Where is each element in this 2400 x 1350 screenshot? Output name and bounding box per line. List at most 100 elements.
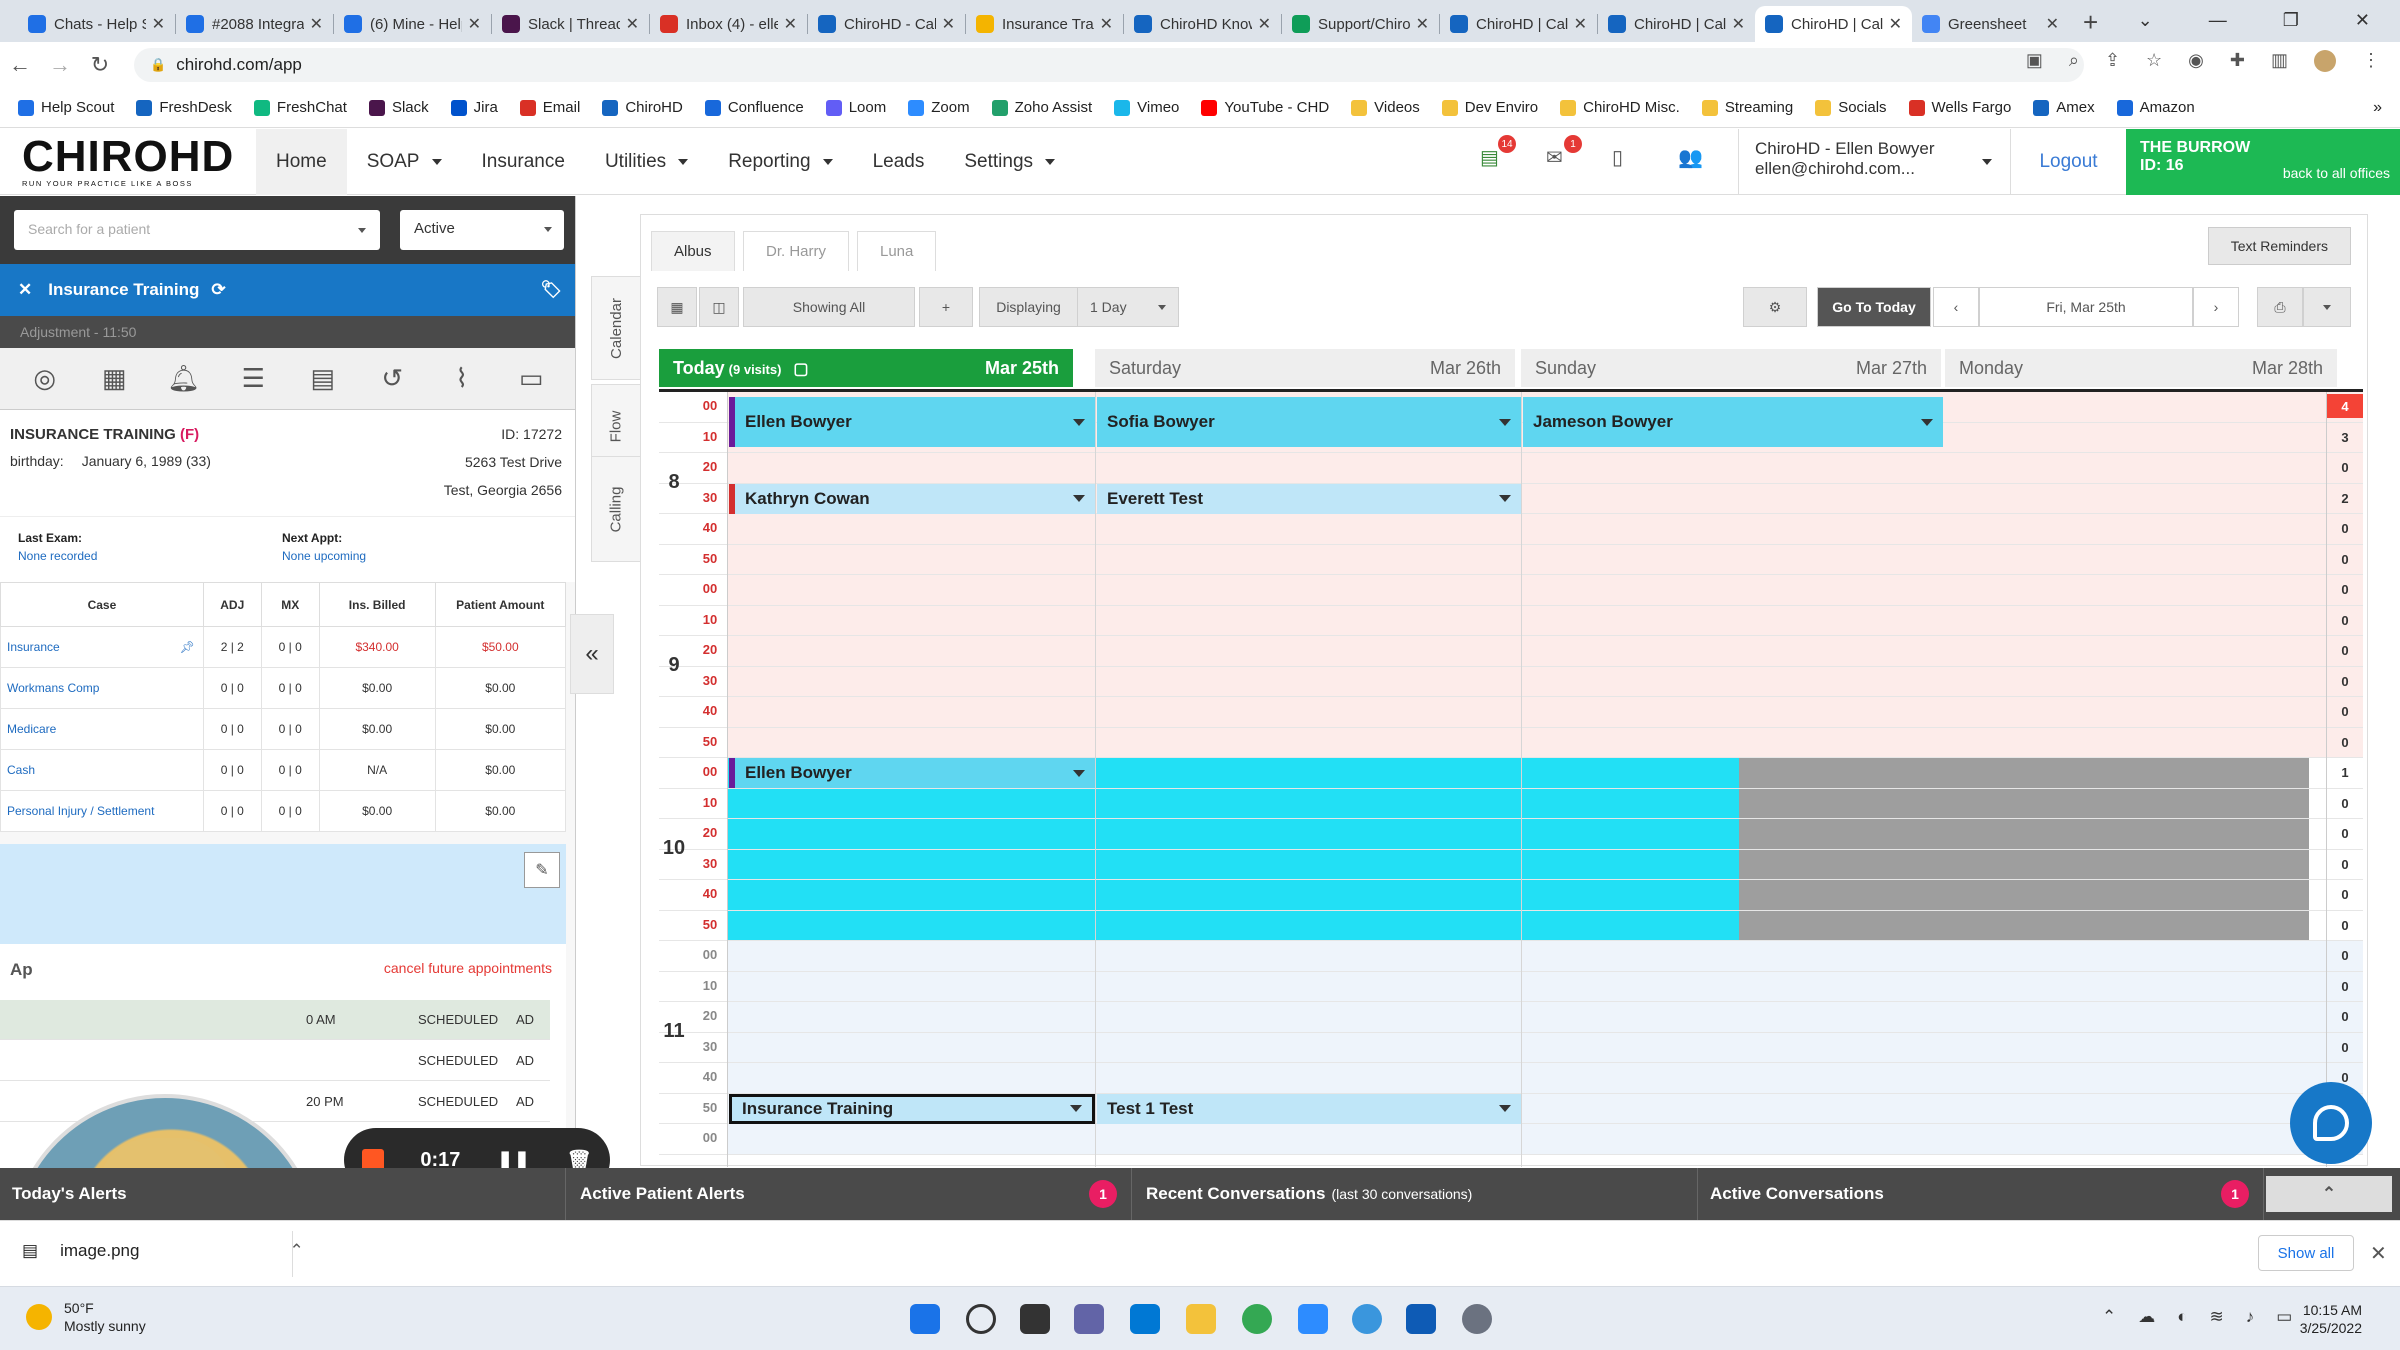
next-day-icon[interactable]: ›: [2193, 287, 2239, 327]
menu-icon[interactable]: ⋮: [2362, 50, 2380, 72]
ledger-icon[interactable]: ▤: [303, 363, 343, 394]
share-icon[interactable]: ⇪: [2105, 50, 2120, 72]
bookmark-item[interactable]: Zoom: [908, 99, 970, 116]
close-tab-icon[interactable]: ✕: [942, 14, 955, 34]
notes-icon[interactable]: ▢: [793, 361, 808, 378]
puzzle-icon[interactable]: ✚: [2230, 50, 2245, 72]
bookmark-item[interactable]: YouTube - CHD: [1201, 99, 1329, 116]
nav-reporting[interactable]: Reporting: [708, 129, 852, 195]
weather-widget[interactable]: 50°F Mostly sunny: [26, 1299, 146, 1335]
bookmark-item[interactable]: Slack: [368, 99, 429, 116]
bookmark-item[interactable]: ChiroHD: [602, 99, 683, 116]
browser-tab[interactable]: ChiroHD | Calendar ✕: [1598, 6, 1755, 42]
tray-chevron-icon[interactable]: ⌃: [2102, 1307, 2116, 1327]
back-to-offices-link[interactable]: back to all offices: [2283, 165, 2390, 181]
close-tab-icon[interactable]: ✕: [1889, 14, 1902, 34]
appointment-block[interactable]: Sofia Bowyer: [1097, 397, 1521, 447]
case-row[interactable]: Personal Injury / Settlement 0 | 00 | 0 $0…: [0, 790, 567, 832]
nav-soap[interactable]: SOAP: [347, 129, 462, 195]
clock[interactable]: 10:15 AM 3/25/2022: [2282, 1301, 2362, 1337]
slack-icon[interactable]: [1298, 1304, 1328, 1334]
appointment-block[interactable]: Insurance Training: [729, 1093, 1095, 1124]
cloud-icon[interactable]: ☁: [2138, 1307, 2155, 1327]
bookmark-item[interactable]: Jira: [450, 99, 498, 116]
settings-app-icon[interactable]: [1462, 1304, 1492, 1334]
day-header[interactable]: Saturday Mar 26th: [1095, 349, 1515, 387]
wifi-icon[interactable]: ≋: [2210, 1307, 2224, 1327]
edit-pencil-icon[interactable]: ✎: [524, 852, 560, 888]
bookmark-item[interactable]: FreshDesk: [136, 99, 232, 116]
side-tab-calendar[interactable]: Calendar: [591, 276, 641, 380]
print-options-chevron[interactable]: [2303, 287, 2351, 327]
user-menu[interactable]: ChiroHD - Ellen Bowyer ellen@chirohd.com…: [1738, 129, 2010, 195]
browser-tab[interactable]: ChiroHD - Calendar ✕: [808, 6, 965, 42]
close-tab-icon[interactable]: ✕: [626, 14, 639, 34]
bookmark-item[interactable]: FreshChat: [253, 99, 347, 116]
browser-tab[interactable]: #2088 Integration ✕: [176, 6, 333, 42]
case-row[interactable]: Workmans Comp 0 | 00 | 0 $0.00 $0.00: [0, 667, 567, 709]
chat-widget-button[interactable]: [2290, 1082, 2372, 1164]
bookmark-item[interactable]: ChiroHD Misc.: [1560, 99, 1680, 116]
expand-alerts-button[interactable]: ⌃: [2266, 1176, 2392, 1212]
teams-icon[interactable]: [1074, 1304, 1104, 1334]
time-slot-row[interactable]: 40 0: [659, 514, 2363, 545]
todays-alerts-tab[interactable]: Today's Alerts: [0, 1168, 566, 1220]
browser-tab[interactable]: Slack | Threads ✕: [492, 6, 649, 42]
case-name[interactable]: Medicare: [0, 708, 204, 750]
patient-search-input[interactable]: Search for a patient: [14, 210, 380, 250]
time-slot-row[interactable]: 10 0: [659, 605, 2363, 636]
doctor-tab[interactable]: Albus: [651, 231, 735, 271]
collapse-panel-button[interactable]: «: [570, 614, 614, 694]
cancel-future-link[interactable]: cancel future appointments: [384, 960, 552, 976]
list-icon[interactable]: ☰: [233, 363, 273, 394]
appointment-block[interactable]: Ellen Bowyer: [729, 758, 1095, 788]
mail-icon[interactable]: ✉ 1: [1546, 135, 1582, 169]
restore-icon[interactable]: ❐: [2283, 10, 2299, 31]
selected-patient-name[interactable]: Insurance Training: [48, 280, 199, 300]
time-slot-row[interactable]: 50 0: [659, 544, 2363, 575]
case-name[interactable]: Cash: [0, 749, 204, 791]
remote-icon[interactable]: [1406, 1304, 1436, 1334]
close-tab-icon[interactable]: ✕: [1258, 14, 1271, 34]
browser-tab[interactable]: Chats - Help Scout ✕: [18, 6, 175, 42]
recent-conversations-tab[interactable]: Recent Conversations (last 30 conversatio…: [1132, 1168, 1698, 1220]
add-button[interactable]: +: [919, 287, 973, 327]
forward-icon[interactable]: →: [40, 52, 80, 78]
day-header[interactable]: Today (9 visits) ▢ Mar 25th: [659, 349, 1073, 387]
close-tab-icon[interactable]: ✕: [1574, 14, 1587, 34]
time-slot-row[interactable]: 50 0: [659, 910, 2363, 941]
tag-icon[interactable]: 🏷: [540, 280, 562, 300]
search-icon[interactable]: [966, 1304, 996, 1334]
bookmark-item[interactable]: Zoho Assist: [991, 99, 1092, 116]
bell-icon[interactable]: 🔔︎: [164, 363, 204, 394]
browser-tab[interactable]: ChiroHD | Calendar ✕: [1755, 6, 1912, 42]
pin-icon[interactable]: 📌︎: [180, 640, 195, 654]
nav-leads[interactable]: Leads: [853, 129, 945, 195]
browser-tab[interactable]: ChiroHD Knowledge ✕: [1124, 6, 1281, 42]
bookmark-item[interactable]: Streaming: [1701, 99, 1793, 116]
chevron-down-icon[interactable]: [1499, 1105, 1511, 1112]
history-icon[interactable]: ↺: [372, 363, 412, 394]
appointment-row[interactable]: 0 AM SCHEDULED AD: [0, 1000, 550, 1040]
case-row[interactable]: Medicare 0 | 00 | 0 $0.00 $0.00: [0, 708, 567, 750]
billing-icon[interactable]: ▭: [511, 363, 551, 394]
office-panel[interactable]: THE BURROW ID: 16 back to all offices: [2126, 129, 2400, 195]
refresh-icon[interactable]: ⟳: [211, 280, 225, 300]
bookmark-item[interactable]: Dev Enviro: [1441, 99, 1538, 116]
grid-view-icon[interactable]: ▦: [657, 287, 697, 327]
bookmark-item[interactable]: Help Scout: [18, 99, 114, 116]
active-patient-alerts-tab[interactable]: Active Patient Alerts 1: [566, 1168, 1132, 1220]
calendar-icon[interactable]: ▦: [94, 363, 134, 394]
close-icon[interactable]: ✕: [18, 280, 32, 300]
prev-day-icon[interactable]: ‹: [1933, 287, 1979, 327]
extension-icon[interactable]: ◉: [2188, 50, 2204, 72]
print-icon[interactable]: ⎙: [2257, 287, 2303, 327]
bookmark-item[interactable]: Videos: [1351, 99, 1420, 116]
chevron-down-icon[interactable]: [1073, 495, 1085, 502]
bookmark-item[interactable]: Socials: [1815, 99, 1887, 116]
time-slot-row[interactable]: 000: [659, 941, 2363, 972]
bookmark-item[interactable]: Vimeo: [1114, 99, 1179, 116]
browser-tab[interactable]: Insurance Training ✕: [966, 6, 1123, 42]
chevron-down-icon[interactable]: [1499, 418, 1511, 426]
time-slot-row[interactable]: 20 0: [659, 636, 2363, 667]
